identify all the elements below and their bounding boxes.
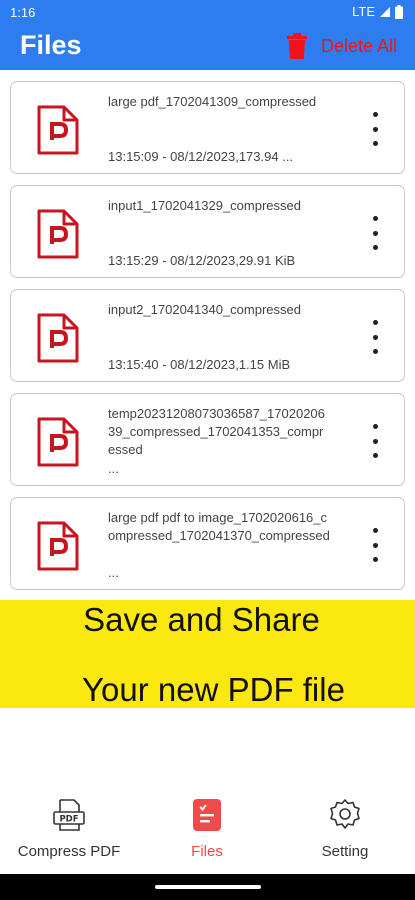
dot-icon (372, 141, 378, 146)
promo-line-2: Your new PDF file (82, 671, 345, 708)
pdf-file-icon (37, 313, 79, 363)
dot-icon (372, 126, 378, 132)
dot-icon (372, 453, 378, 458)
page-title: Files (20, 30, 82, 60)
more-options-button[interactable] (368, 424, 382, 458)
nav-setting[interactable]: Setting (276, 788, 414, 874)
file-item[interactable]: input1_1702041329_compressed 13:15:29 - … (10, 185, 405, 278)
delete-all-button[interactable]: Delete All (286, 33, 397, 59)
file-item[interactable]: temp20231208073036587_1702020639_compres… (10, 393, 405, 486)
more-options-button[interactable] (368, 216, 382, 250)
file-item[interactable]: large pdf pdf to image_1702020616_compre… (10, 497, 405, 590)
status-bar: 1:16 LTE (0, 0, 415, 26)
more-options-button[interactable] (368, 320, 382, 354)
nav-files[interactable]: Files (138, 788, 276, 874)
delete-all-label: Delete All (320, 35, 397, 56)
dot-icon (372, 424, 378, 429)
file-name: large pdf_1702041309_compressed (108, 94, 317, 109)
dot-icon (372, 320, 378, 325)
file-meta: ... (108, 461, 119, 476)
file-name: temp20231208073036587_1702020639_compres… (108, 406, 325, 457)
promo-line-1: Save and Share (83, 601, 320, 638)
bottom-navigation: PDF Compress PDF Files Setting (0, 788, 415, 874)
file-meta: ... (108, 565, 119, 580)
file-name: large pdf pdf to image_1702020616_compre… (108, 510, 330, 543)
signal-icon (380, 6, 390, 17)
compress-icon-text: PDF (59, 815, 78, 825)
nav-label: Compress PDF (17, 843, 121, 860)
files-icon (193, 799, 221, 831)
file-meta: 13:15:40 - 08/12/2023,1.15 MiB (108, 357, 291, 372)
system-gesture-bar (0, 874, 415, 900)
pdf-file-icon (37, 105, 79, 155)
home-handle[interactable] (155, 885, 261, 889)
dot-icon (372, 349, 378, 354)
status-indicators: LTE (352, 4, 403, 19)
file-name: input2_1702041340_compressed (108, 302, 301, 317)
status-time: 1:16 (10, 5, 36, 20)
dot-icon (372, 438, 378, 444)
dot-icon (372, 557, 378, 562)
dot-icon (372, 245, 378, 250)
file-meta: 13:15:09 - 08/12/2023,173.94 ... (108, 149, 294, 164)
trash-icon (286, 33, 307, 59)
dot-icon (372, 216, 378, 221)
pdf-file-icon (37, 417, 79, 467)
file-item[interactable]: input2_1702041340_compressed 13:15:40 - … (10, 289, 405, 382)
more-options-button[interactable] (368, 112, 382, 146)
file-item[interactable]: large pdf_1702041309_compressed 13:15:09… (10, 81, 405, 174)
nav-label: Setting (321, 843, 369, 860)
dot-icon (372, 230, 378, 236)
nav-label: Files (191, 843, 223, 860)
nav-compress-pdf[interactable]: PDF Compress PDF (0, 788, 138, 874)
battery-icon (395, 4, 403, 19)
more-options-button[interactable] (368, 528, 382, 562)
compress-pdf-icon: PDF (53, 799, 85, 831)
pdf-file-icon (37, 521, 79, 571)
pdf-file-icon (37, 209, 79, 259)
dot-icon (372, 542, 378, 548)
app-bar: Files Delete All (0, 26, 415, 70)
file-list: large pdf_1702041309_compressed 13:15:09… (10, 81, 405, 601)
file-meta: 13:15:29 - 08/12/2023,29.91 KiB (108, 253, 296, 268)
dot-icon (372, 334, 378, 340)
dot-icon (372, 112, 378, 117)
network-type: LTE (352, 4, 375, 19)
dot-icon (372, 528, 378, 533)
file-name: input1_1702041329_compressed (108, 198, 301, 213)
promo-banner: Save and Share Your new PDF file (0, 600, 415, 708)
gear-icon (330, 799, 360, 829)
